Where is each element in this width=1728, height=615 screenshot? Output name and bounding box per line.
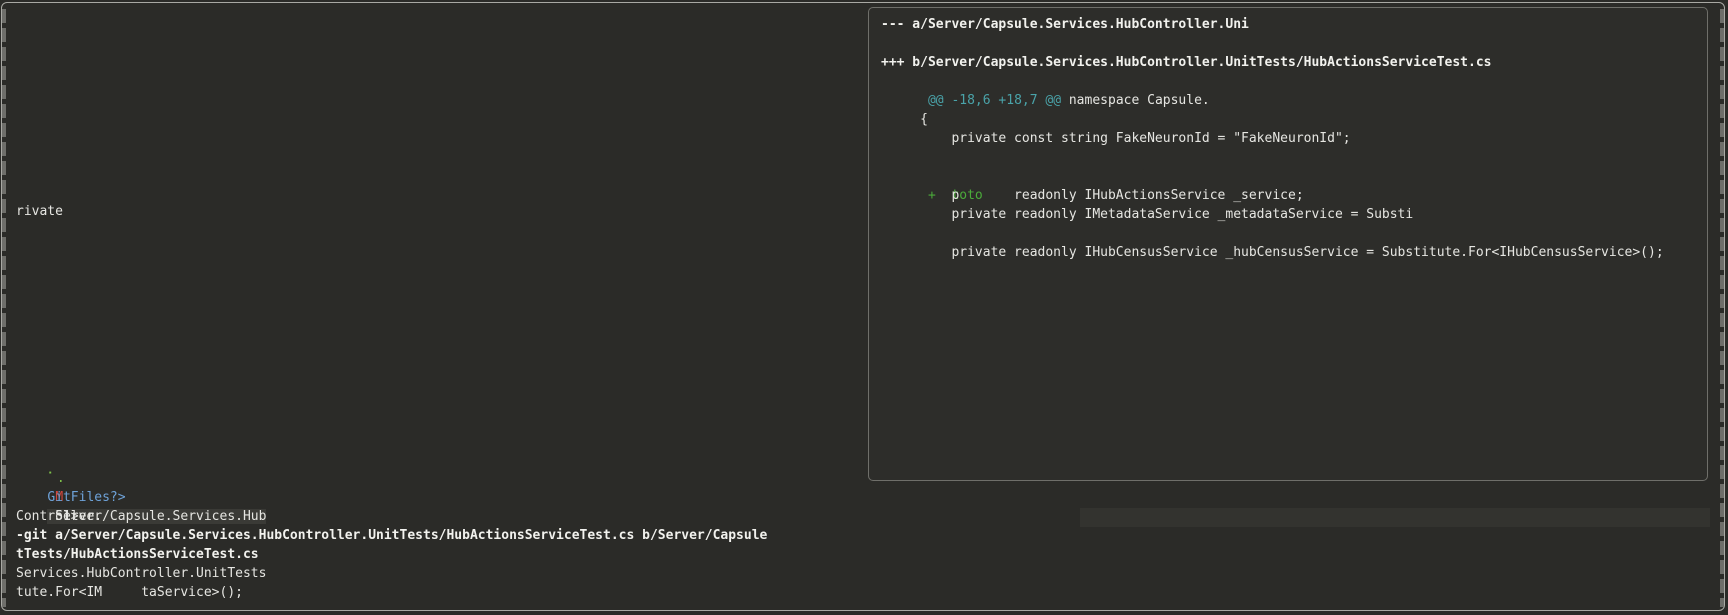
hunk-marker-close: @@ bbox=[1045, 93, 1062, 108]
diff-minus-header: --- a/Server/Capsule.Services.HubControl… bbox=[881, 17, 1249, 32]
hunk-marker-open: @@ bbox=[927, 93, 944, 108]
diff-preview-pane[interactable]: --- a/Server/Capsule.Services.HubControl… bbox=[868, 7, 1708, 481]
terminal-window[interactable]: rivate ⠁. M Server/Capsule.Services.Hub … bbox=[1, 2, 1725, 611]
services-line: Services.HubController.UnitTests bbox=[16, 566, 267, 581]
tests-file-name: tTests/HubActionsServiceTest.cs bbox=[16, 547, 259, 562]
tute-line: tute.For<IM taService>(); bbox=[16, 585, 243, 600]
diff-plus-header: +++ b/Server/Capsule.Services.HubControl… bbox=[881, 55, 1492, 70]
left-text-rivate: rivate bbox=[16, 204, 63, 219]
left-border-ticks bbox=[2, 9, 6, 607]
code-brace: { bbox=[881, 112, 928, 127]
code-const-line: private const string FakeNeuronId = "Fak… bbox=[881, 131, 1351, 146]
right-border-ticks bbox=[1720, 9, 1724, 607]
hunk-header: @@ -18,6 +18,7 @@ namespace Capsule. bbox=[881, 72, 1210, 108]
git-file-entry[interactable]: ⠁. M Server/Capsule.Services.Hub bbox=[16, 450, 267, 524]
gitfiles-prompt[interactable]: GitFiles?> bbox=[16, 469, 125, 505]
code-metadata-line: private readonly IMetadataService _metad… bbox=[881, 207, 1414, 222]
added-line: + toto bbox=[881, 167, 983, 203]
diff-git-header: -git a/Server/Capsule.Services.HubContro… bbox=[16, 528, 768, 543]
cursor-line-highlight bbox=[1080, 508, 1710, 527]
left-text-controller: Controller. bbox=[16, 509, 103, 524]
code-census-line: private readonly IHubCensusService _hubC… bbox=[881, 245, 1664, 260]
match-count: 51> bbox=[16, 488, 79, 524]
code-service-line: p readonly IHubActionsService _service; bbox=[881, 188, 1304, 203]
hunk-range: -18,6 +18,7 bbox=[943, 93, 1046, 108]
hunk-context: namespace Capsule. bbox=[1061, 93, 1210, 108]
